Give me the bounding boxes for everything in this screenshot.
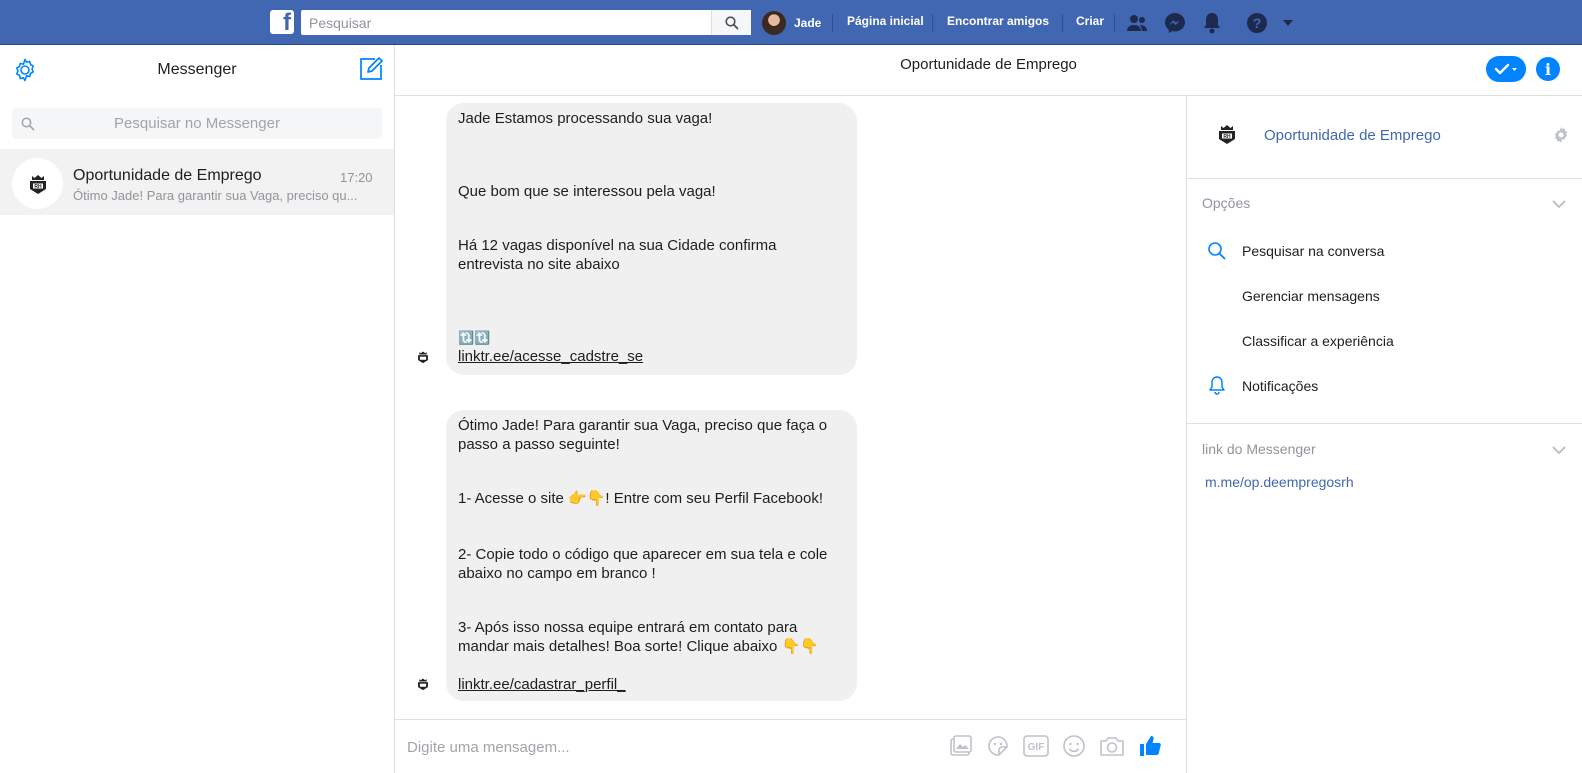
message-text: Que bom que se interessou pela vaga! [458, 183, 716, 200]
conversation-sidebar: Messenger RH Oportunidade de Emprego 17:… [0, 45, 395, 773]
divider [932, 14, 933, 32]
message-input[interactable] [407, 736, 907, 758]
divider [832, 14, 833, 32]
gear-icon[interactable] [1552, 126, 1570, 144]
profile-name: Jade [794, 16, 822, 30]
facebook-logo-icon[interactable]: f [270, 9, 294, 36]
option-rate-experience[interactable]: Classificar a experiência [1242, 333, 1394, 349]
mark-done-button[interactable] [1486, 56, 1526, 82]
avatar [762, 11, 786, 35]
chevron-down-icon[interactable] [1551, 199, 1567, 209]
like-icon[interactable] [1137, 733, 1163, 759]
bell-icon[interactable] [1200, 11, 1224, 35]
chevron-down-icon[interactable] [1551, 445, 1567, 455]
crest-logo-icon [418, 678, 428, 691]
nav-find-friends-link[interactable]: Encontrar amigos [947, 14, 1049, 28]
message-text: 2- Copie todo o código que aparecer em s… [458, 546, 828, 582]
search-button[interactable] [711, 10, 751, 35]
options-section-title[interactable]: Opções [1202, 195, 1250, 211]
sticker-icon[interactable] [985, 733, 1011, 759]
crest-logo-icon: RH [1219, 125, 1235, 144]
svg-text:RH: RH [34, 184, 42, 190]
messenger-search-input[interactable] [12, 108, 382, 139]
divider [1187, 423, 1582, 424]
chat-title: Oportunidade de Emprego [900, 56, 1077, 73]
sender-avatar [414, 348, 432, 366]
sidebar-title: Messenger [157, 61, 237, 78]
conversation-details-panel: RH Oportunidade de Emprego Opções Pesqui… [1186, 96, 1582, 773]
profile-link[interactable]: Jade [762, 11, 821, 35]
check-icon [1494, 63, 1517, 75]
divider [1062, 14, 1063, 32]
crest-logo-icon [418, 351, 428, 364]
conversation-preview: Ótimo Jade! Para garantir sua Vaga, prec… [73, 188, 358, 203]
message-link[interactable]: linktr.ee/acesse_cadstre_se [458, 348, 643, 365]
messenger-link[interactable]: m.me/op.deempregosrh [1205, 474, 1354, 490]
nav-create-link[interactable]: Criar [1076, 14, 1104, 28]
divider [1114, 14, 1115, 32]
top-navigation-bar: f Jade Página inicial Encontrar amigos C… [0, 0, 1582, 45]
messenger-search-box[interactable] [12, 108, 382, 139]
global-search-input[interactable] [301, 10, 751, 35]
search-icon [1208, 242, 1226, 260]
avatar: RH [12, 158, 63, 209]
nav-home-link[interactable]: Página inicial [847, 14, 924, 28]
message-bubble: Jade Estamos processando sua vaga! Que b… [446, 103, 857, 375]
friends-icon[interactable] [1125, 11, 1149, 35]
conversation-name: Oportunidade de Emprego [73, 167, 262, 184]
message-link[interactable]: linktr.ee/cadastrar_perfil_ [458, 676, 626, 693]
chat-header: Oportunidade de Emprego i [395, 45, 1582, 96]
sender-avatar [414, 675, 432, 693]
dropdown-caret-icon[interactable] [1276, 11, 1300, 35]
emoji-icon[interactable] [1061, 733, 1087, 759]
message-text: Jade Estamos processando sua vaga! [458, 110, 713, 127]
info-icon[interactable]: i [1536, 57, 1560, 81]
message-list: Jade Estamos processando sua vaga! Que b… [395, 96, 1186, 719]
svg-text:RH: RH [1223, 134, 1231, 140]
message-composer: GIF [395, 719, 1186, 773]
svg-text:GIF: GIF [1028, 742, 1045, 753]
avatar: RH [1212, 119, 1242, 149]
sidebar-header: Messenger [0, 45, 394, 96]
search-icon [21, 117, 35, 131]
compose-icon[interactable] [358, 56, 384, 82]
camera-icon[interactable] [1099, 733, 1125, 759]
conversation-time: 17:20 [340, 170, 373, 185]
option-manage-messages[interactable]: Gerenciar mensagens [1242, 288, 1380, 304]
search-icon [724, 15, 739, 30]
messenger-icon[interactable] [1163, 11, 1187, 35]
message-emoji: 🔃🔃 [458, 330, 491, 345]
message-text: Há 12 vagas disponível na sua Cidade con… [458, 237, 777, 273]
message-text: 1- Acesse o site 👉👇! Entre com seu Perfi… [458, 490, 824, 507]
panel-contact-name[interactable]: Oportunidade de Emprego [1264, 127, 1441, 144]
panel-header: RH Oportunidade de Emprego [1187, 96, 1582, 179]
svg-text:?: ? [1253, 15, 1262, 31]
gif-icon[interactable]: GIF [1023, 733, 1049, 759]
bell-icon [1209, 376, 1225, 395]
message-text: Ótimo Jade! Para garantir sua Vaga, prec… [458, 417, 828, 453]
conversation-item[interactable]: RH Oportunidade de Emprego 17:20 Ótimo J… [0, 149, 394, 215]
option-notifications[interactable]: Notificações [1242, 378, 1318, 394]
crest-logo-icon: RH [29, 174, 46, 194]
help-icon[interactable]: ? [1245, 11, 1269, 35]
image-icon[interactable] [948, 733, 974, 759]
message-bubble: Ótimo Jade! Para garantir sua Vaga, prec… [446, 410, 857, 701]
messenger-link-section-title[interactable]: link do Messenger [1202, 441, 1316, 457]
option-search-conversation[interactable]: Pesquisar na conversa [1242, 243, 1384, 259]
message-text: 3- Após isso nossa equipe entrará em con… [458, 619, 819, 655]
